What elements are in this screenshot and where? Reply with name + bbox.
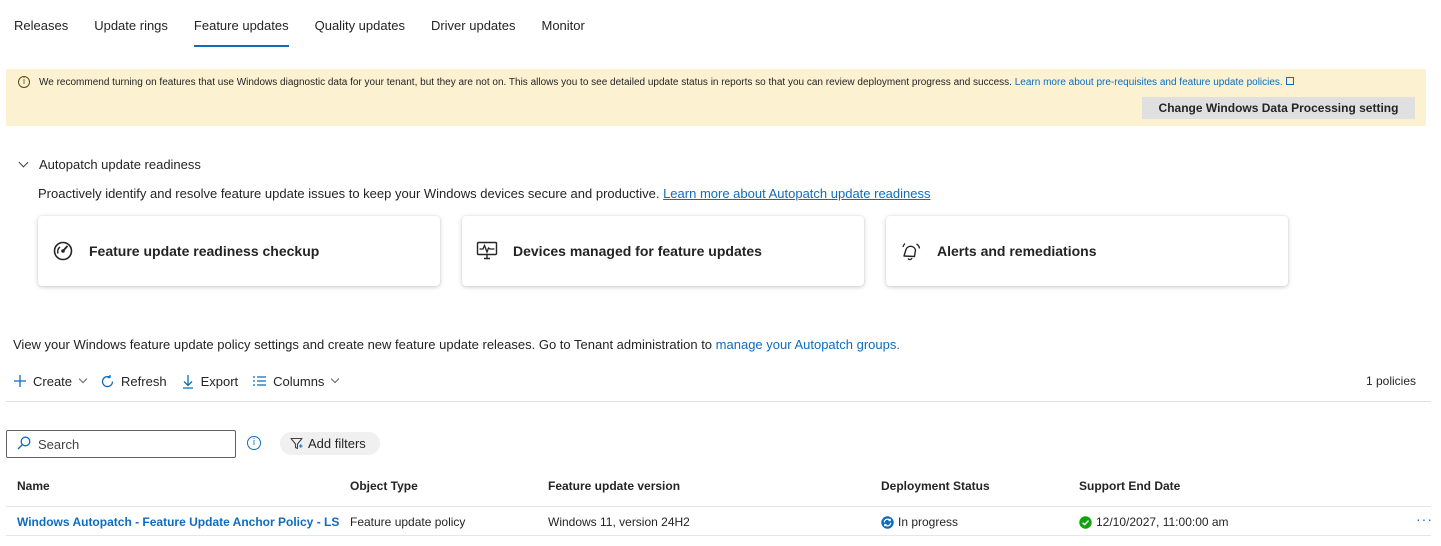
- success-check-icon: [1079, 515, 1092, 529]
- refresh-button[interactable]: Refresh: [100, 374, 167, 389]
- autopatch-learn-more-link[interactable]: Learn more about Autopatch update readin…: [663, 186, 930, 201]
- object-type-cell: Feature update policy: [350, 515, 466, 529]
- command-bar: Create Refresh Export Columns: [13, 371, 352, 391]
- column-header-deployment-status[interactable]: Deployment Status: [881, 479, 990, 493]
- search-icon: [17, 436, 31, 453]
- column-header-name[interactable]: Name: [17, 479, 50, 493]
- column-header-version[interactable]: Feature update version: [548, 479, 680, 493]
- support-end-date-cell: 12/10/2027, 11:00:00 am: [1079, 515, 1229, 529]
- plus-icon: [13, 374, 27, 388]
- banner-learn-more-link[interactable]: Learn more about pre-requisites and feat…: [1015, 77, 1294, 88]
- column-header-support-end-date[interactable]: Support End Date: [1079, 479, 1180, 493]
- policy-count: 1 policies: [1365, 374, 1416, 388]
- tab-feature-updates[interactable]: Feature updates: [193, 0, 289, 50]
- tab-bar: Releases Update rings Feature updates Qu…: [14, 0, 611, 50]
- header-divider: [6, 506, 1431, 507]
- chevron-down-icon: [18, 157, 29, 168]
- monitor-pulse-icon: [476, 240, 498, 262]
- policy-description: View your Windows feature update policy …: [13, 337, 900, 352]
- alert-bell-icon: [900, 240, 922, 262]
- external-link-icon: [1285, 77, 1294, 85]
- columns-button[interactable]: Columns: [252, 374, 340, 389]
- banner-message: We recommend turning on features that us…: [39, 77, 1294, 88]
- deployment-status-cell: In progress: [881, 515, 958, 529]
- chevron-down-icon: [78, 374, 88, 384]
- tab-quality-updates[interactable]: Quality updates: [315, 0, 405, 50]
- search-input[interactable]: [38, 436, 218, 452]
- column-header-object-type[interactable]: Object Type: [350, 479, 418, 493]
- change-data-processing-button[interactable]: Change Windows Data Processing setting: [1142, 97, 1415, 119]
- columns-list-icon: [252, 375, 267, 387]
- gauge-icon: [52, 240, 74, 262]
- alerts-remediations-card[interactable]: Alerts and remediations: [886, 216, 1288, 286]
- autopatch-description: Proactively identify and resolve feature…: [38, 186, 931, 201]
- readiness-checkup-card[interactable]: Feature update readiness checkup: [38, 216, 440, 286]
- download-icon: [181, 374, 195, 389]
- chevron-down-icon: [331, 374, 340, 384]
- tab-driver-updates[interactable]: Driver updates: [431, 0, 516, 50]
- add-filters-button[interactable]: Add filters: [280, 432, 380, 455]
- refresh-icon: [100, 374, 115, 389]
- devices-managed-card[interactable]: Devices managed for feature updates: [462, 216, 864, 286]
- card-label: Feature update readiness checkup: [89, 243, 320, 259]
- card-label: Alerts and remediations: [937, 243, 1097, 259]
- in-progress-icon: [881, 515, 894, 529]
- banner-text: We recommend turning on features that us…: [39, 77, 1012, 88]
- export-button[interactable]: Export: [181, 374, 238, 389]
- tab-monitor[interactable]: Monitor: [542, 0, 585, 50]
- row-more-actions-button[interactable]: ···: [1416, 511, 1433, 527]
- manage-autopatch-groups-link[interactable]: manage your Autopatch groups.: [716, 337, 900, 352]
- card-label: Devices managed for feature updates: [513, 243, 762, 259]
- divider: [6, 401, 1431, 402]
- autopatch-section-toggle[interactable]: Autopatch update readiness: [18, 157, 201, 172]
- tab-update-rings[interactable]: Update rings: [94, 0, 168, 50]
- version-cell: Windows 11, version 24H2: [548, 515, 690, 529]
- policy-name-link[interactable]: Windows Autopatch - Feature Update Ancho…: [17, 515, 339, 529]
- autopatch-section-title: Autopatch update readiness: [39, 157, 201, 172]
- info-icon: i: [18, 76, 30, 88]
- row-divider: [6, 535, 1431, 536]
- search-box[interactable]: [6, 430, 236, 458]
- filter-icon: [290, 437, 303, 450]
- search-info-icon[interactable]: i: [247, 436, 261, 450]
- create-button[interactable]: Create: [13, 374, 88, 389]
- tab-releases[interactable]: Releases: [14, 0, 68, 50]
- diagnostic-data-banner: i We recommend turning on features that …: [6, 69, 1426, 126]
